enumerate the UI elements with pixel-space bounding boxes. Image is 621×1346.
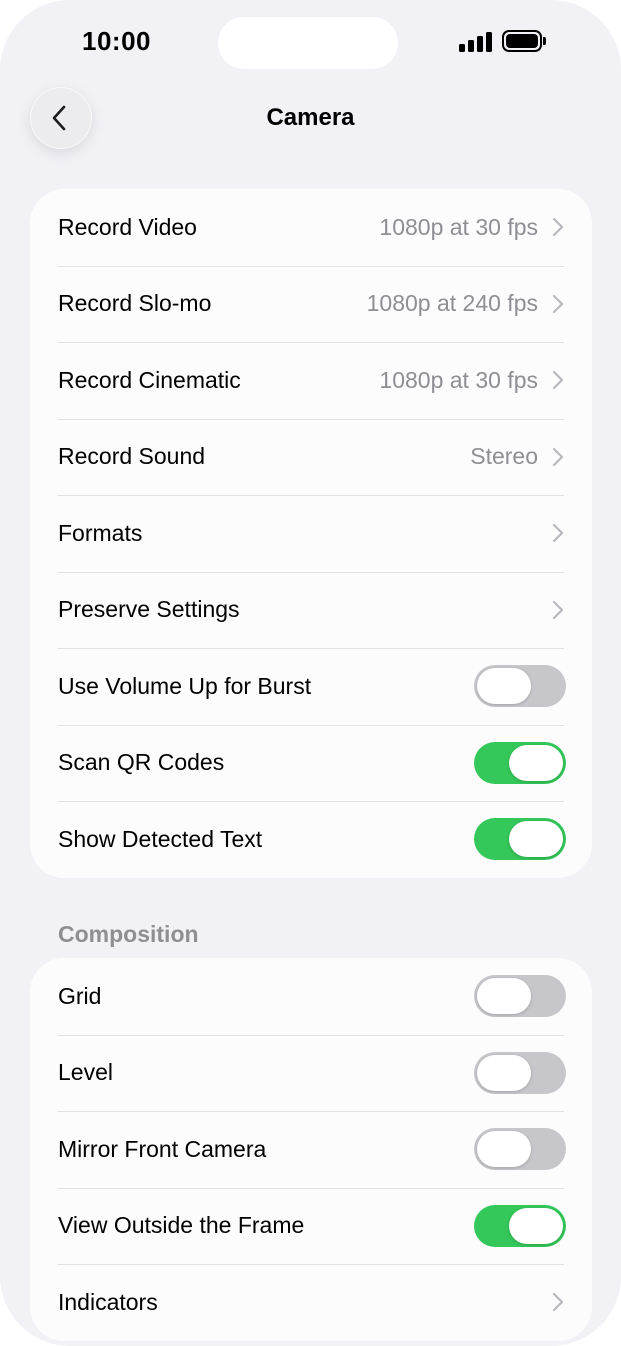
toggle-switch-mirror-front-camera[interactable] [474, 1128, 566, 1171]
toggle-switch-view-outside-the-frame[interactable] [474, 1204, 566, 1247]
settings-row-show-detected-text[interactable]: Show Detected Text [30, 801, 592, 878]
settings-row-view-outside-the-frame[interactable]: View Outside the Frame [30, 1187, 592, 1265]
row-label: Use Volume Up for Burst [58, 672, 312, 699]
chevron-right-icon [552, 294, 564, 313]
row-value: 1080p at 240 fps [366, 290, 538, 317]
page-title: Camera [266, 104, 355, 131]
settings-row-record-video[interactable]: Record Video 1080p at 30 fps [30, 189, 592, 266]
camera-settings-group: Record Video 1080p at 30 fps Record Slo-mo… [30, 189, 592, 878]
toggle-switch-use-volume-up-for-burst[interactable] [474, 665, 566, 708]
toggle-knob [477, 978, 531, 1015]
row-label: View Outside the Frame [58, 1212, 305, 1239]
row-label: Mirror Front Camera [58, 1135, 267, 1162]
battery-icon [502, 30, 546, 52]
row-label: Grid [58, 982, 102, 1009]
toggle-knob [509, 744, 563, 781]
row-label: Record Video [58, 213, 197, 240]
row-label: Level [58, 1059, 113, 1086]
row-label: Preserve Settings [58, 596, 240, 623]
chevron-right-icon [552, 371, 564, 390]
row-value: 1080p at 30 fps [379, 366, 538, 393]
cellular-signal-icon [459, 32, 493, 52]
status-time: 10:00 [82, 26, 151, 56]
row-label: Show Detected Text [58, 825, 263, 852]
settings-row-formats[interactable]: Formats [30, 495, 592, 572]
row-label: Record Sound [58, 443, 206, 470]
settings-row-scan-qr-codes[interactable]: Scan QR Codes [30, 724, 592, 802]
row-label: Scan QR Codes [58, 749, 225, 776]
settings-row-indicators[interactable]: Indicators [30, 1264, 592, 1341]
chevron-right-icon [552, 524, 564, 543]
toggle-knob [509, 821, 563, 858]
chevron-right-icon [552, 218, 564, 237]
row-label: Indicators [58, 1288, 158, 1315]
settings-row-level[interactable]: Level [30, 1034, 592, 1112]
composition-settings-group: Grid Level Mirror Front Camera View Outside… [30, 958, 592, 1341]
settings-row-use-volume-up-for-burst[interactable]: Use Volume Up for Burst [30, 648, 592, 725]
settings-row-mirror-front-camera[interactable]: Mirror Front Camera [30, 1111, 592, 1188]
toggle-knob [509, 1207, 563, 1244]
chevron-right-icon [552, 447, 564, 466]
settings-row-record-sound[interactable]: Record Sound Stereo [30, 418, 592, 496]
toggle-knob [477, 1131, 531, 1168]
chevron-right-icon [552, 600, 564, 619]
settings-row-record-slo-mo[interactable]: Record Slo-mo 1080p at 240 fps [30, 265, 592, 343]
row-label: Record Cinematic [58, 366, 241, 393]
status-bar: 10:00 [0, 0, 621, 84]
row-label: Record Slo-mo [58, 290, 212, 317]
dynamic-island [218, 17, 398, 69]
settings-row-grid[interactable]: Grid [30, 958, 592, 1035]
toggle-switch-show-detected-text[interactable] [474, 818, 566, 861]
composition-section-header: Composition [58, 921, 199, 947]
settings-row-record-cinematic[interactable]: Record Cinematic 1080p at 30 fps [30, 342, 592, 419]
toggle-knob [477, 668, 531, 705]
chevron-right-icon [552, 1293, 564, 1312]
toggle-knob [477, 1054, 531, 1091]
toggle-switch-grid[interactable] [474, 975, 566, 1018]
phone-screen: 10:00 Camera Record Video 1080p at 30 fps… [0, 0, 621, 1346]
toggle-switch-scan-qr-codes[interactable] [474, 741, 566, 784]
toggle-switch-level[interactable] [474, 1051, 566, 1094]
settings-row-preserve-settings[interactable]: Preserve Settings [30, 571, 592, 649]
row-value: 1080p at 30 fps [379, 213, 538, 240]
row-label: Formats [58, 519, 143, 546]
row-value: Stereo [470, 443, 538, 470]
